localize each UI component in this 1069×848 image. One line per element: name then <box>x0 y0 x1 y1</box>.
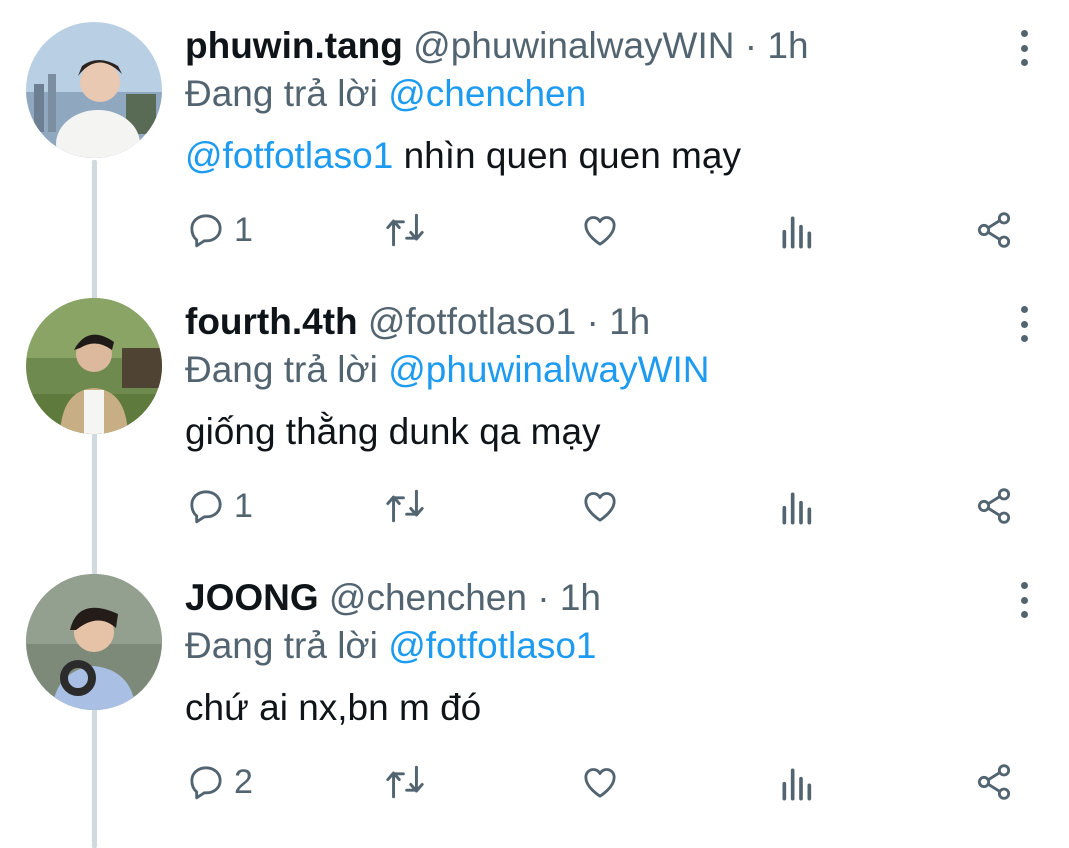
avatar-image <box>26 574 162 710</box>
tweet-header: phuwin.tang @phuwinalwayWIN · 1h <box>185 24 809 68</box>
replying-to-mention[interactable]: @chenchen <box>388 73 586 114</box>
retweet-button[interactable] <box>383 764 427 800</box>
body-text: nhìn quen quen mạy <box>393 135 741 176</box>
timestamp[interactable]: 1h <box>609 301 650 342</box>
user-handle[interactable]: @phuwinalwayWIN <box>413 25 734 66</box>
reply-button[interactable]: 2 <box>186 762 253 802</box>
heart-icon <box>584 492 616 522</box>
replying-to-mention[interactable]: @fotfotlaso1 <box>388 625 596 666</box>
more-vertical-icon[interactable] <box>1009 304 1039 344</box>
tweet[interactable]: fourth.4th @fotfotlaso1 · 1h Đang trả lờ… <box>0 276 1069 552</box>
retweet-button[interactable] <box>383 488 427 524</box>
reply-button[interactable]: 1 <box>186 210 253 250</box>
separator-dot: · <box>734 25 768 66</box>
replying-to-label: Đang trả lời <box>185 73 389 114</box>
heart-icon <box>584 768 616 798</box>
share-button[interactable] <box>974 762 1014 802</box>
retweet-icon <box>386 765 424 799</box>
tweet-text: chứ ai nx,bn m đó <box>185 686 481 730</box>
tweet-header: JOONG @chenchen · 1h <box>185 576 601 620</box>
retweet-button[interactable] <box>383 212 427 248</box>
tweet-text: @fotfotlaso1 nhìn quen quen mạy <box>185 134 741 178</box>
share-button[interactable] <box>974 486 1014 526</box>
body-text: giống thằng dunk qa mạy <box>185 411 601 452</box>
analytics-button[interactable] <box>778 762 814 802</box>
user-handle[interactable]: @chenchen <box>329 577 527 618</box>
share-button[interactable] <box>974 210 1014 250</box>
analytics-button[interactable] <box>778 210 814 250</box>
share-icon <box>977 212 1011 248</box>
analytics-icon <box>782 492 812 525</box>
display-name[interactable]: JOONG <box>185 577 319 618</box>
reply-count: 1 <box>234 486 253 525</box>
heart-icon <box>584 216 616 246</box>
replying-to-mention[interactable]: @phuwinalwayWIN <box>388 349 709 390</box>
tweet[interactable]: JOONG @chenchen · 1h Đang trả lời @fotfo… <box>0 552 1069 828</box>
share-icon <box>977 764 1011 800</box>
reply-icon <box>190 214 222 248</box>
display-name[interactable]: phuwin.tang <box>185 25 403 66</box>
display-name[interactable]: fourth.4th <box>185 301 358 342</box>
body-mention[interactable]: @fotfotlaso1 <box>185 135 393 176</box>
share-icon <box>977 488 1011 524</box>
reply-button[interactable]: 1 <box>186 486 253 526</box>
replying-to-label: Đang trả lời <box>185 625 389 666</box>
like-button[interactable] <box>580 486 620 526</box>
avatar[interactable] <box>26 22 162 158</box>
tweet-text: giống thằng dunk qa mạy <box>185 410 601 454</box>
tweet[interactable]: phuwin.tang @phuwinalwayWIN · 1h Đang tr… <box>0 0 1069 276</box>
reply-icon <box>190 766 222 800</box>
separator-dot: · <box>526 577 560 618</box>
more-vertical-icon[interactable] <box>1009 28 1039 68</box>
more-vertical-icon[interactable] <box>1009 580 1039 620</box>
timestamp[interactable]: 1h <box>560 577 601 618</box>
analytics-icon <box>782 216 812 249</box>
replying-to: Đang trả lời @fotfotlaso1 <box>185 624 596 668</box>
like-button[interactable] <box>580 210 620 250</box>
avatar[interactable] <box>26 574 162 710</box>
user-handle[interactable]: @fotfotlaso1 <box>368 301 576 342</box>
tweet-header: fourth.4th @fotfotlaso1 · 1h <box>185 300 650 344</box>
reply-count: 1 <box>234 210 253 249</box>
avatar[interactable] <box>26 298 162 434</box>
retweet-icon <box>386 489 424 523</box>
action-bar: 1 <box>0 486 1069 536</box>
replying-to: Đang trả lời @phuwinalwayWIN <box>185 348 710 392</box>
timestamp[interactable]: 1h <box>767 25 808 66</box>
analytics-icon <box>782 768 812 801</box>
analytics-button[interactable] <box>778 486 814 526</box>
retweet-icon <box>386 213 424 247</box>
avatar-image <box>26 22 162 158</box>
reply-icon <box>190 490 222 524</box>
avatar-image <box>26 298 162 434</box>
body-text: chứ ai nx,bn m đó <box>185 687 482 728</box>
action-bar: 2 <box>0 762 1069 812</box>
like-button[interactable] <box>580 762 620 802</box>
reply-count: 2 <box>234 762 253 801</box>
separator-dot: · <box>576 301 610 342</box>
replying-to-label: Đang trả lời <box>185 349 389 390</box>
action-bar: 1 <box>0 210 1069 260</box>
replying-to: Đang trả lời @chenchen <box>185 72 586 116</box>
